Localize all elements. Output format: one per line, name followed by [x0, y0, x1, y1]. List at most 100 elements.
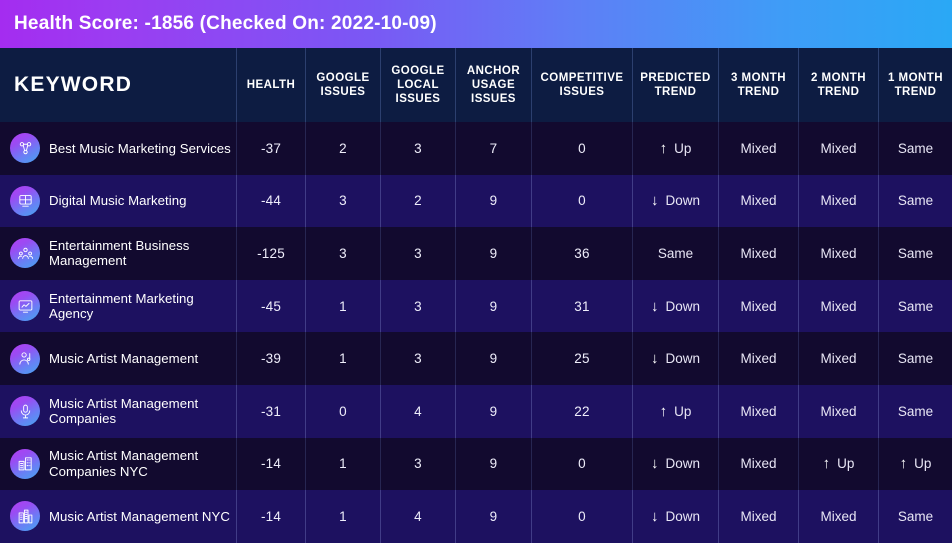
column-header-google-issues[interactable]: GOOGLE ISSUES: [305, 48, 380, 122]
competitive-issues-value: 0: [578, 193, 586, 209]
predicted-trend-label: Same: [657, 245, 694, 261]
month-2-trend-label: Mixed: [820, 508, 857, 524]
month-1-trend-indicator: Same: [898, 404, 933, 419]
table-row[interactable]: Entertainment Marketing Agency -45 1 3 9 31 ↓ D…: [0, 279, 952, 333]
month-3-trend-indicator: Mixed: [740, 246, 776, 261]
cell-health: -125: [236, 227, 305, 280]
health-value: -125: [257, 245, 285, 261]
month-2-trend-label: Up: [837, 456, 855, 472]
table-body: Best Music Marketing Services -37 2 3 7 0 ↑ Up M…: [0, 122, 952, 543]
predicted-trend-arrow-down-icon: ↓: [650, 350, 659, 368]
anchor-usage-issues-value: 9: [489, 351, 498, 367]
anchor-usage-issues-value: 9: [489, 403, 498, 419]
column-header-competitive-issues[interactable]: COMPETITIVE ISSUES: [531, 48, 632, 122]
cell-keyword[interactable]: Music Artist Management NYC: [0, 490, 236, 543]
cell-month-2-trend: Mixed: [798, 174, 878, 228]
cell-predicted-trend: ↓ Down: [632, 332, 718, 385]
column-header-1-month-trend[interactable]: 1 MONTH TREND: [878, 48, 952, 122]
cell-month-2-trend: Mixed: [798, 279, 878, 333]
google-local-issues-value: 3: [414, 298, 422, 314]
cell-keyword[interactable]: Entertainment Business Management: [0, 227, 236, 280]
cell-health: -44: [236, 174, 305, 228]
health-value: -14: [260, 508, 282, 524]
cell-anchor-usage-issues: 9: [455, 437, 531, 491]
cell-month-3-trend: Mixed: [718, 332, 798, 385]
table-row[interactable]: Music Artist Management -39 1 3 9 25 ↓ Down Mixe…: [0, 332, 952, 385]
month-3-trend-indicator: Mixed: [740, 456, 776, 471]
table-row[interactable]: Digital Music Marketing -44 3 2 9 0 ↓ Down Mixed…: [0, 174, 952, 228]
month-3-trend-indicator: Mixed: [740, 299, 776, 314]
cell-google-issues: 3: [305, 227, 380, 280]
predicted-trend-indicator: ↑ Up: [660, 141, 692, 156]
health-value: -37: [260, 140, 282, 156]
column-header-keyword[interactable]: KEYWORD: [0, 48, 236, 122]
month-3-trend-indicator: Mixed: [740, 141, 776, 156]
predicted-trend-label: Down: [665, 298, 700, 314]
month-3-trend-indicator: Mixed: [740, 351, 776, 366]
month-3-trend-label: Mixed: [740, 456, 777, 472]
month-1-trend-indicator: ↑ Up: [900, 456, 932, 471]
cell-month-3-trend: Mixed: [718, 174, 798, 228]
predicted-trend-arrow-up-icon: ↑: [659, 402, 668, 420]
google-local-issues-value: 4: [414, 508, 422, 524]
column-header-health[interactable]: HEALTH: [236, 48, 305, 122]
cell-month-2-trend: Mixed: [798, 122, 878, 175]
anchor-usage-issues-value: 7: [489, 140, 498, 156]
column-header-2-month-trend[interactable]: 2 MONTH TREND: [798, 48, 878, 122]
cell-keyword[interactable]: Music Artist Management Companies NYC: [0, 438, 236, 491]
month-2-trend-label: Mixed: [820, 298, 857, 314]
cell-competitive-issues: 0: [531, 174, 632, 228]
keyword-label: Digital Music Marketing: [49, 193, 187, 209]
cell-keyword[interactable]: Entertainment Marketing Agency: [0, 280, 236, 333]
month-1-trend-indicator: Same: [898, 246, 933, 261]
cell-predicted-trend: ↑ Up: [632, 384, 718, 438]
cell-health: -45: [236, 279, 305, 333]
keyword-label: Entertainment Marketing Agency: [49, 290, 194, 322]
google-issues-value: 1: [339, 298, 347, 314]
table-row[interactable]: Music Artist Management Companies NYC -14…: [0, 437, 952, 491]
month-1-trend-label: Same: [897, 508, 934, 524]
month-2-trend-indicator: ↑ Up: [823, 456, 855, 471]
predicted-trend-indicator: ↓ Down: [651, 456, 700, 471]
predicted-trend-indicator: ↓ Down: [651, 299, 700, 314]
cell-google-local-issues: 2: [380, 174, 455, 228]
table-row[interactable]: Best Music Marketing Services -37 2 3 7 0 ↑ Up M…: [0, 122, 952, 175]
cell-keyword[interactable]: Music Artist Management Companies: [0, 385, 236, 438]
cell-health: -37: [236, 122, 305, 175]
cell-keyword[interactable]: Digital Music Marketing: [0, 175, 236, 228]
cell-keyword[interactable]: Best Music Marketing Services: [0, 122, 236, 175]
column-header-google-local-issues[interactable]: GOOGLE LOCAL ISSUES: [380, 48, 455, 122]
month-2-trend-indicator: Mixed: [820, 509, 856, 524]
month-2-trend-indicator: Mixed: [820, 351, 856, 366]
table-row[interactable]: Music Artist Management NYC -14 1 4 9 0 ↓ Down M…: [0, 490, 952, 543]
month-2-trend-indicator: Mixed: [820, 246, 856, 261]
cell-month-3-trend: Mixed: [718, 384, 798, 438]
column-header-anchor-usage-issues[interactable]: ANCHOR USAGE ISSUES: [455, 48, 531, 122]
predicted-trend-indicator: ↓ Down: [651, 509, 700, 524]
anchor-usage-issues-value: 9: [489, 193, 498, 209]
cell-predicted-trend: Same: [632, 227, 718, 280]
cell-anchor-usage-issues: 7: [455, 122, 531, 175]
person-music-icon: [10, 343, 40, 374]
cell-keyword[interactable]: Music Artist Management: [0, 332, 236, 385]
google-issues-value: 1: [339, 456, 347, 472]
table-row[interactable]: Music Artist Management Companies -31 0 4 9 2…: [0, 384, 952, 438]
predicted-trend-arrow-down-icon: ↓: [650, 455, 659, 473]
cell-google-issues: 1: [305, 490, 380, 543]
month-3-trend-indicator: Mixed: [740, 509, 776, 524]
health-value: -45: [260, 298, 282, 314]
predicted-trend-label: Up: [674, 140, 692, 156]
cell-google-issues: 0: [305, 384, 380, 438]
month-1-trend-label: Same: [897, 403, 934, 419]
column-header-3-month-trend[interactable]: 3 MONTH TREND: [718, 48, 798, 122]
cell-month-1-trend: Same: [878, 490, 952, 543]
month-3-trend-label: Mixed: [740, 351, 777, 367]
column-header-predicted-trend[interactable]: PREDICTED TREND: [632, 48, 718, 122]
month-1-trend-indicator: Same: [898, 193, 933, 208]
cell-google-local-issues: 4: [380, 490, 455, 543]
cell-competitive-issues: 22: [531, 384, 632, 438]
predicted-trend-arrow-down-icon: ↓: [650, 297, 659, 315]
cell-health: -14: [236, 490, 305, 543]
table-row[interactable]: Entertainment Business Management -125 3 3 9…: [0, 227, 952, 280]
cell-predicted-trend: ↓ Down: [632, 279, 718, 333]
